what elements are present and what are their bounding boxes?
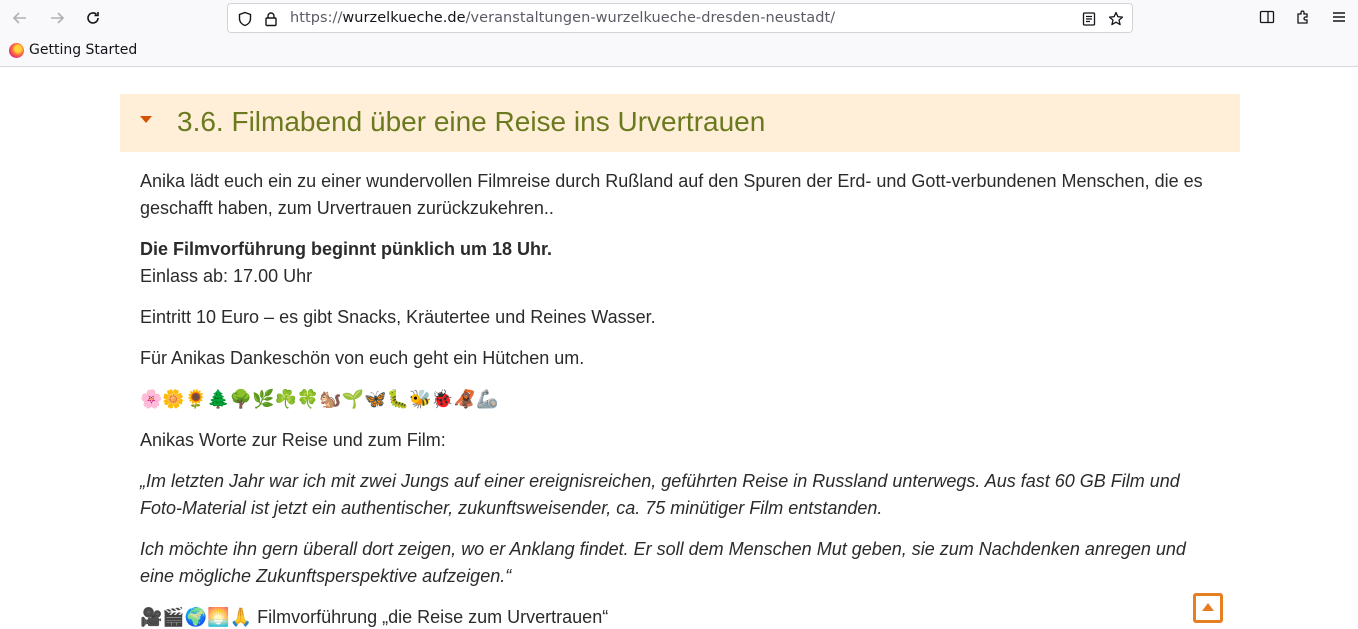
bookmarks-toolbar: Getting Started	[0, 36, 1358, 67]
reload-button[interactable]	[81, 6, 105, 30]
screening-emojis: 🎥🎬🌍🌅🙏	[140, 607, 253, 627]
screening-paragraph: 🎥🎬🌍🌅🙏 Filmvorführung „die Reise zum Urve…	[140, 604, 1220, 629]
bookmark-label: Getting Started	[29, 42, 138, 58]
sidebar-toggle-button[interactable]	[1257, 7, 1277, 27]
url-domain: wurzelkueche.de	[342, 10, 466, 26]
hat-paragraph: Für Anikas Dankeschön von euch geht ein …	[140, 348, 585, 368]
intro-paragraph: Anika lädt euch ein zu einer wundervolle…	[140, 171, 1203, 218]
hamburger-menu-icon	[1333, 12, 1345, 22]
time-paragraph: Die Filmvorführung beginnt pünklich um 1…	[140, 236, 1220, 290]
entry-time-text: Einlass ab: 17.00 Uhr	[140, 266, 313, 286]
url-prefix: https://	[290, 10, 343, 26]
words-intro-paragraph: Anikas Worte zur Reise und zum Film:	[140, 430, 446, 450]
forward-button[interactable]	[45, 6, 69, 30]
quote-paragraph-2: Ich möchte ihn gern überall dort zeigen,…	[140, 539, 1186, 586]
section-content: Anika lädt euch ein zu einer wundervolle…	[140, 168, 1220, 629]
puzzle-icon	[1297, 10, 1308, 24]
url-bar[interactable]: https://wurzelkueche.de/veranstaltungen-…	[227, 3, 1133, 33]
bookmark-star-icon[interactable]	[1107, 10, 1125, 28]
bookmark-getting-started[interactable]: Getting Started	[9, 42, 137, 58]
extensions-button[interactable]	[1293, 7, 1313, 27]
url-path: /veranstaltungen-wurzelkueche-dresden-ne…	[465, 10, 836, 26]
firefox-logo-icon	[9, 42, 24, 58]
caret-down-icon[interactable]	[140, 116, 152, 123]
start-time-text: Die Filmvorführung beginnt pünklich um 1…	[140, 239, 553, 259]
quote-paragraph-1: „Im letzten Jahr war ich mit zwei Jungs …	[140, 471, 1180, 518]
section-title: 3.6. Filmabend über eine Reise ins Urver…	[177, 106, 766, 137]
arrow-right-icon	[51, 12, 65, 24]
arrow-up-icon	[1202, 603, 1214, 611]
reader-view-icon[interactable]	[1080, 10, 1098, 28]
screening-text: Filmvorführung „die Reise zum Urvertraue…	[257, 607, 609, 627]
sidebar-icon	[1259, 10, 1275, 24]
price-paragraph: Eintritt 10 Euro – es gibt Snacks, Kräut…	[140, 307, 656, 327]
scroll-to-top-button[interactable]	[1193, 593, 1223, 623]
arrow-left-icon	[12, 12, 26, 24]
app-menu-button[interactable]	[1329, 7, 1349, 27]
browser-toolbar: https://wurzelkueche.de/veranstaltungen-…	[0, 0, 1358, 36]
url-text[interactable]: https://wurzelkueche.de/veranstaltungen-…	[290, 10, 835, 26]
shield-icon[interactable]	[236, 10, 254, 28]
reload-icon	[87, 12, 99, 24]
emoji-row: 🌸🌼🌻🌲🌳🌿☘️🍀🐿️🌱🦋🐛🐝🐞🦧🦾	[140, 389, 499, 409]
back-button[interactable]	[8, 6, 32, 30]
lock-icon[interactable]	[262, 10, 280, 28]
accordion-header[interactable]: 3.6. Filmabend über eine Reise ins Urver…	[120, 94, 1240, 152]
